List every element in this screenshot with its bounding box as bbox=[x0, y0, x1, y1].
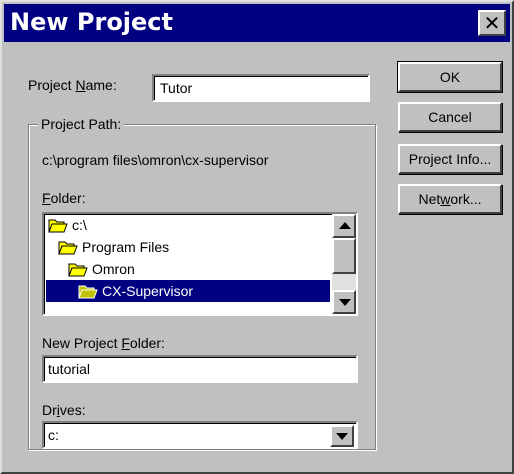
new-project-dialog: New Project ✕ Project Name: Tutor Projec… bbox=[0, 0, 514, 474]
open-folder-icon bbox=[58, 241, 78, 255]
chevron-down-icon bbox=[336, 433, 348, 440]
folder-item-program-files[interactable]: Program Files bbox=[46, 236, 326, 258]
drives-label: Drives: bbox=[42, 402, 86, 418]
project-name-label: Project Name: bbox=[28, 77, 117, 93]
project-path-group-label: Project Path: bbox=[38, 116, 125, 132]
window-title: New Project bbox=[10, 8, 174, 36]
close-icon: ✕ bbox=[483, 11, 501, 35]
project-name-input[interactable]: Tutor bbox=[152, 74, 370, 102]
drives-select[interactable]: c: bbox=[42, 421, 358, 449]
folder-listbox[interactable]: c:\ Program Files Omron CX-Supervisor bbox=[42, 212, 358, 316]
title-bar[interactable]: New Project ✕ bbox=[4, 4, 510, 42]
project-path-text: c:\program files\omron\cx-supervisor bbox=[42, 152, 269, 168]
scroll-down-button[interactable] bbox=[332, 290, 356, 314]
new-project-folder-label: New Project Folder: bbox=[42, 335, 165, 351]
folder-item-label: CX-Supervisor bbox=[102, 283, 194, 299]
ok-button[interactable]: OK bbox=[397, 61, 503, 93]
new-project-folder-input[interactable]: tutorial bbox=[42, 355, 358, 383]
arrow-down-icon bbox=[339, 299, 351, 306]
open-folder-icon bbox=[68, 263, 88, 277]
open-folder-icon bbox=[78, 285, 98, 299]
folder-item-label: c:\ bbox=[72, 217, 87, 233]
cancel-button[interactable]: Cancel bbox=[398, 102, 502, 132]
close-button[interactable]: ✕ bbox=[478, 10, 506, 36]
folder-item-label: Omron bbox=[92, 261, 135, 277]
folder-label: Folder: bbox=[42, 190, 86, 206]
folder-item-c[interactable]: c:\ bbox=[46, 214, 326, 236]
scroll-up-button[interactable] bbox=[332, 214, 356, 238]
drives-dropdown-button[interactable] bbox=[330, 425, 354, 447]
project-info-button[interactable]: Project Info... bbox=[398, 144, 502, 174]
network-button[interactable]: Network... bbox=[398, 184, 502, 214]
scroll-thumb[interactable] bbox=[332, 238, 356, 274]
drives-value: c: bbox=[48, 427, 59, 443]
folder-item-label: Program Files bbox=[82, 239, 170, 255]
folder-item-cx-supervisor[interactable]: CX-Supervisor bbox=[46, 280, 330, 302]
folder-item-omron[interactable]: Omron bbox=[46, 258, 326, 280]
open-folder-icon bbox=[48, 219, 68, 233]
folder-scrollbar[interactable] bbox=[332, 214, 356, 314]
arrow-up-icon bbox=[339, 222, 351, 229]
